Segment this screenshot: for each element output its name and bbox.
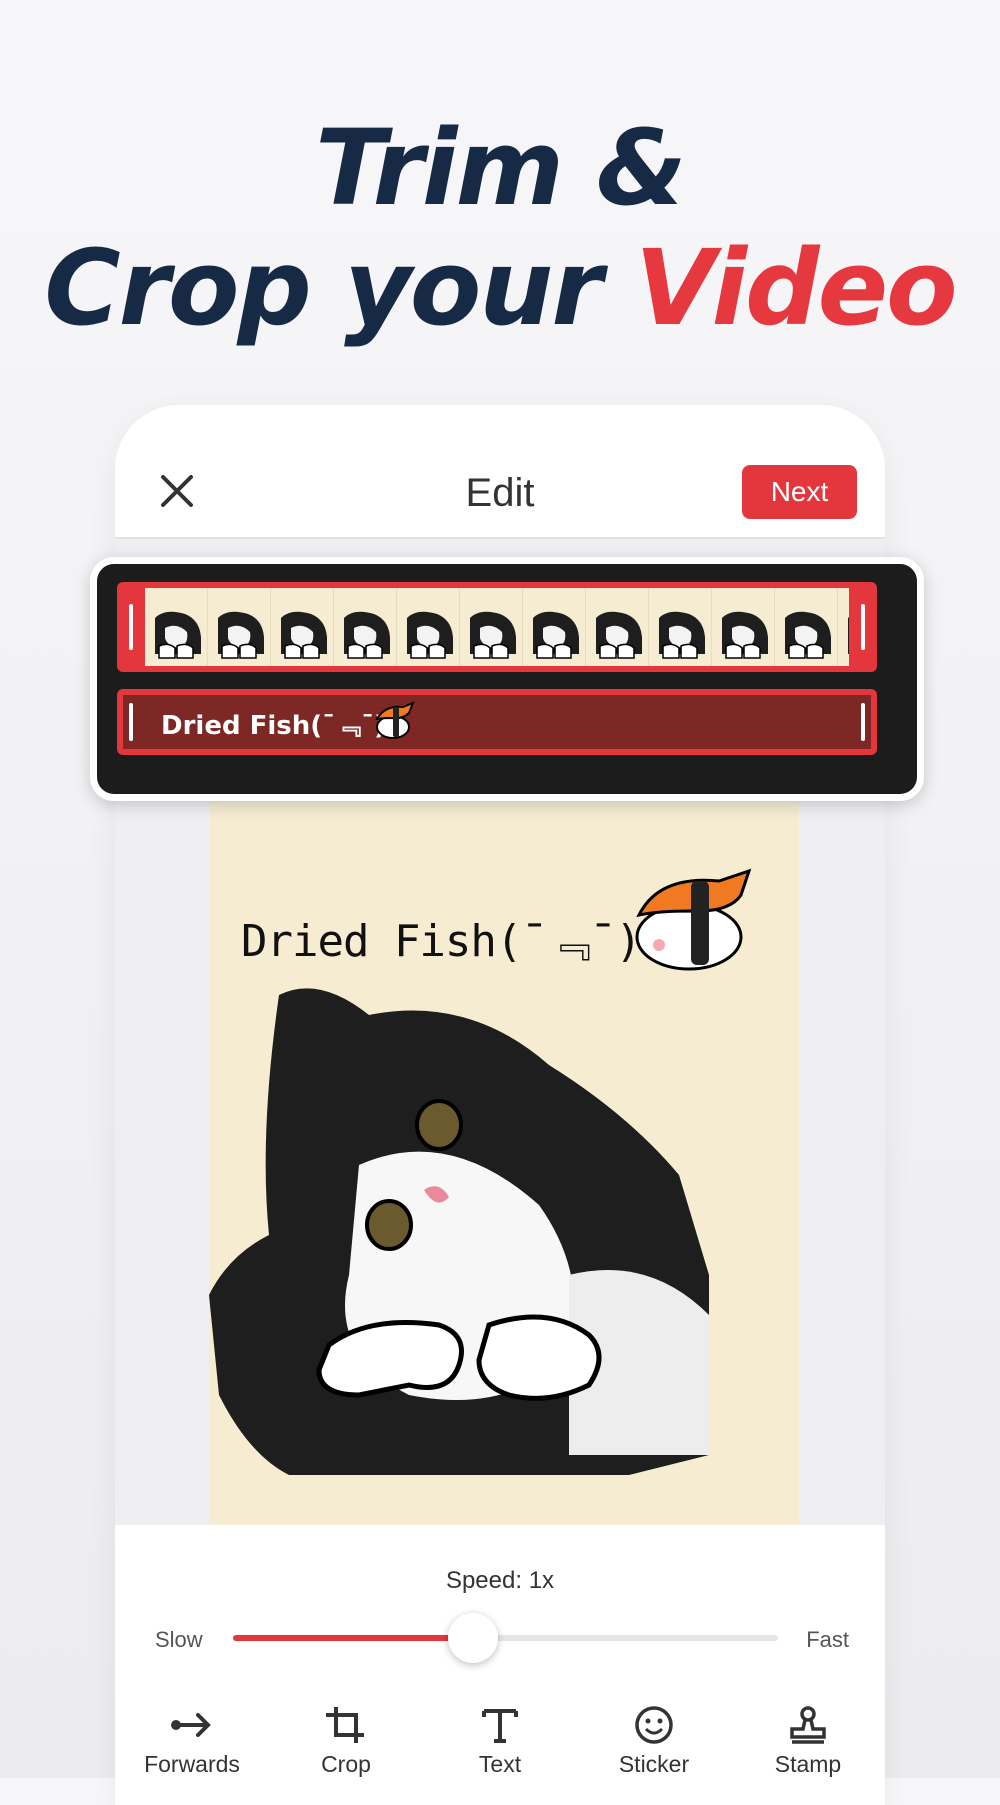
video-preview[interactable]: Dried Fish(¯﹃¯) — [209, 765, 799, 1535]
clip-frame-thumbnail — [145, 588, 208, 666]
headline-line-1: Trim & — [315, 107, 687, 229]
tool-stamp[interactable]: Stamp — [738, 1705, 878, 1778]
text-icon — [482, 1709, 518, 1743]
toolbar: Forwards Crop Text Sticker Stamp — [115, 1705, 885, 1778]
tool-crop[interactable]: Crop — [276, 1705, 416, 1778]
text-end-handle[interactable] — [861, 703, 865, 741]
clip-frame-thumbnail — [649, 588, 712, 666]
sushi-sticker-icon[interactable] — [629, 865, 769, 975]
smiley-icon — [635, 1706, 673, 1744]
speed-slider-fill — [233, 1635, 473, 1641]
text-clip-label: Dried Fish(¯﹃¯) — [161, 711, 387, 741]
edit-panel: Speed: 1x Slow Fast Forwards Crop Text S… — [115, 1525, 885, 1805]
tool-label: Sticker — [618, 1751, 690, 1777]
text-start-handle[interactable] — [129, 703, 133, 741]
top-bar: Edit Next — [115, 405, 885, 539]
clip-frame-thumbnail — [208, 588, 271, 666]
caption-text[interactable]: Dried Fish(¯﹃¯) — [241, 905, 642, 969]
clip-frame-thumbnail — [334, 588, 397, 666]
stamp-icon — [790, 1706, 826, 1744]
tool-label: Stamp — [774, 1751, 842, 1777]
speed-label: Speed: 1x — [445, 1567, 555, 1594]
arrow-forward-icon — [171, 1713, 211, 1737]
clip-end-handle[interactable] — [861, 604, 865, 650]
tool-label: Text — [478, 1751, 522, 1777]
headline-accent: Video — [634, 227, 958, 349]
text-clip-track[interactable]: Dried Fish(¯﹃¯) — [117, 689, 877, 755]
clip-frame-thumbnail — [586, 588, 649, 666]
speed-slider[interactable] — [233, 1613, 778, 1663]
clip-frame-thumbnail — [271, 588, 334, 666]
clip-frame-thumbnail — [712, 588, 775, 666]
clip-frames — [145, 588, 849, 666]
tool-text[interactable]: Text — [430, 1705, 570, 1778]
fast-label: Fast — [806, 1627, 849, 1652]
clip-frame-thumbnail — [838, 588, 849, 666]
next-button[interactable]: Next — [742, 465, 857, 519]
cat-image — [209, 988, 709, 1475]
video-clip-track[interactable] — [117, 582, 877, 672]
headline-line-2: Crop your Video — [0, 228, 1000, 348]
clip-frame-thumbnail — [460, 588, 523, 666]
tool-sticker[interactable]: Sticker — [584, 1705, 724, 1778]
sushi-sticker-mini-icon — [375, 701, 415, 739]
tool-forwards[interactable]: Forwards — [122, 1705, 262, 1778]
clip-start-handle[interactable] — [129, 604, 133, 650]
timeline-panel: Dried Fish(¯﹃¯) — [90, 557, 924, 801]
clip-frame-thumbnail — [775, 588, 838, 666]
headline-prefix: Crop your — [44, 227, 602, 349]
tool-label: Crop — [321, 1751, 371, 1777]
slow-label: Slow — [155, 1627, 203, 1652]
clip-frame-thumbnail — [523, 588, 586, 666]
crop-icon — [326, 1707, 364, 1743]
clip-frame-thumbnail — [397, 588, 460, 666]
tool-label: Forwards — [144, 1751, 240, 1777]
speed-slider-thumb[interactable] — [447, 1613, 498, 1663]
